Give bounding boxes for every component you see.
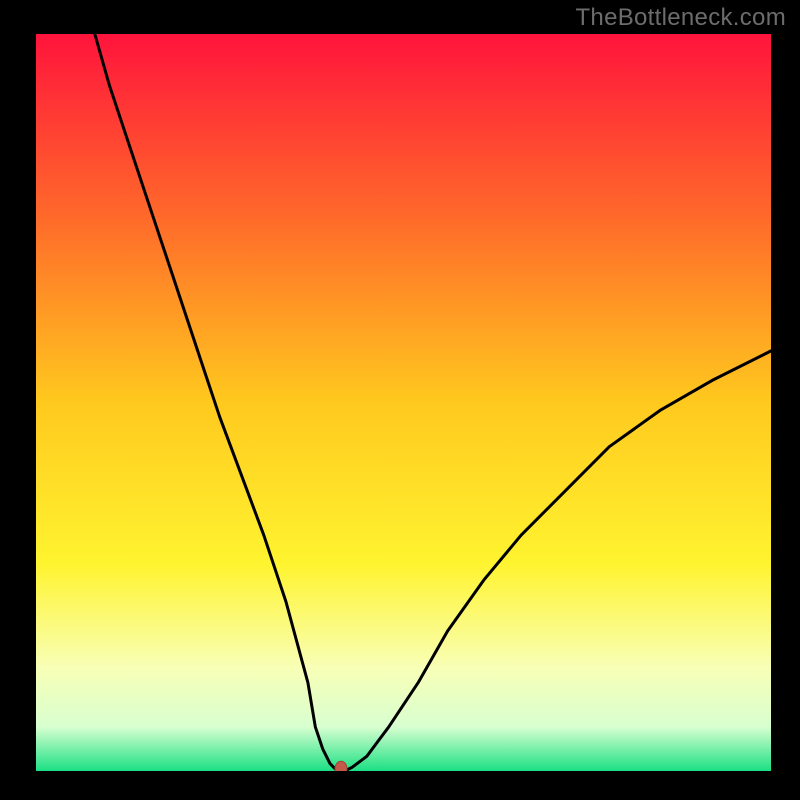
frame-edge-bottom bbox=[0, 771, 800, 800]
watermark: TheBottleneck.com bbox=[575, 4, 786, 32]
plot-area bbox=[36, 34, 771, 771]
frame-edge-right bbox=[771, 0, 800, 800]
optimal-point-marker bbox=[36, 34, 771, 771]
frame-edge-left bbox=[0, 0, 36, 800]
